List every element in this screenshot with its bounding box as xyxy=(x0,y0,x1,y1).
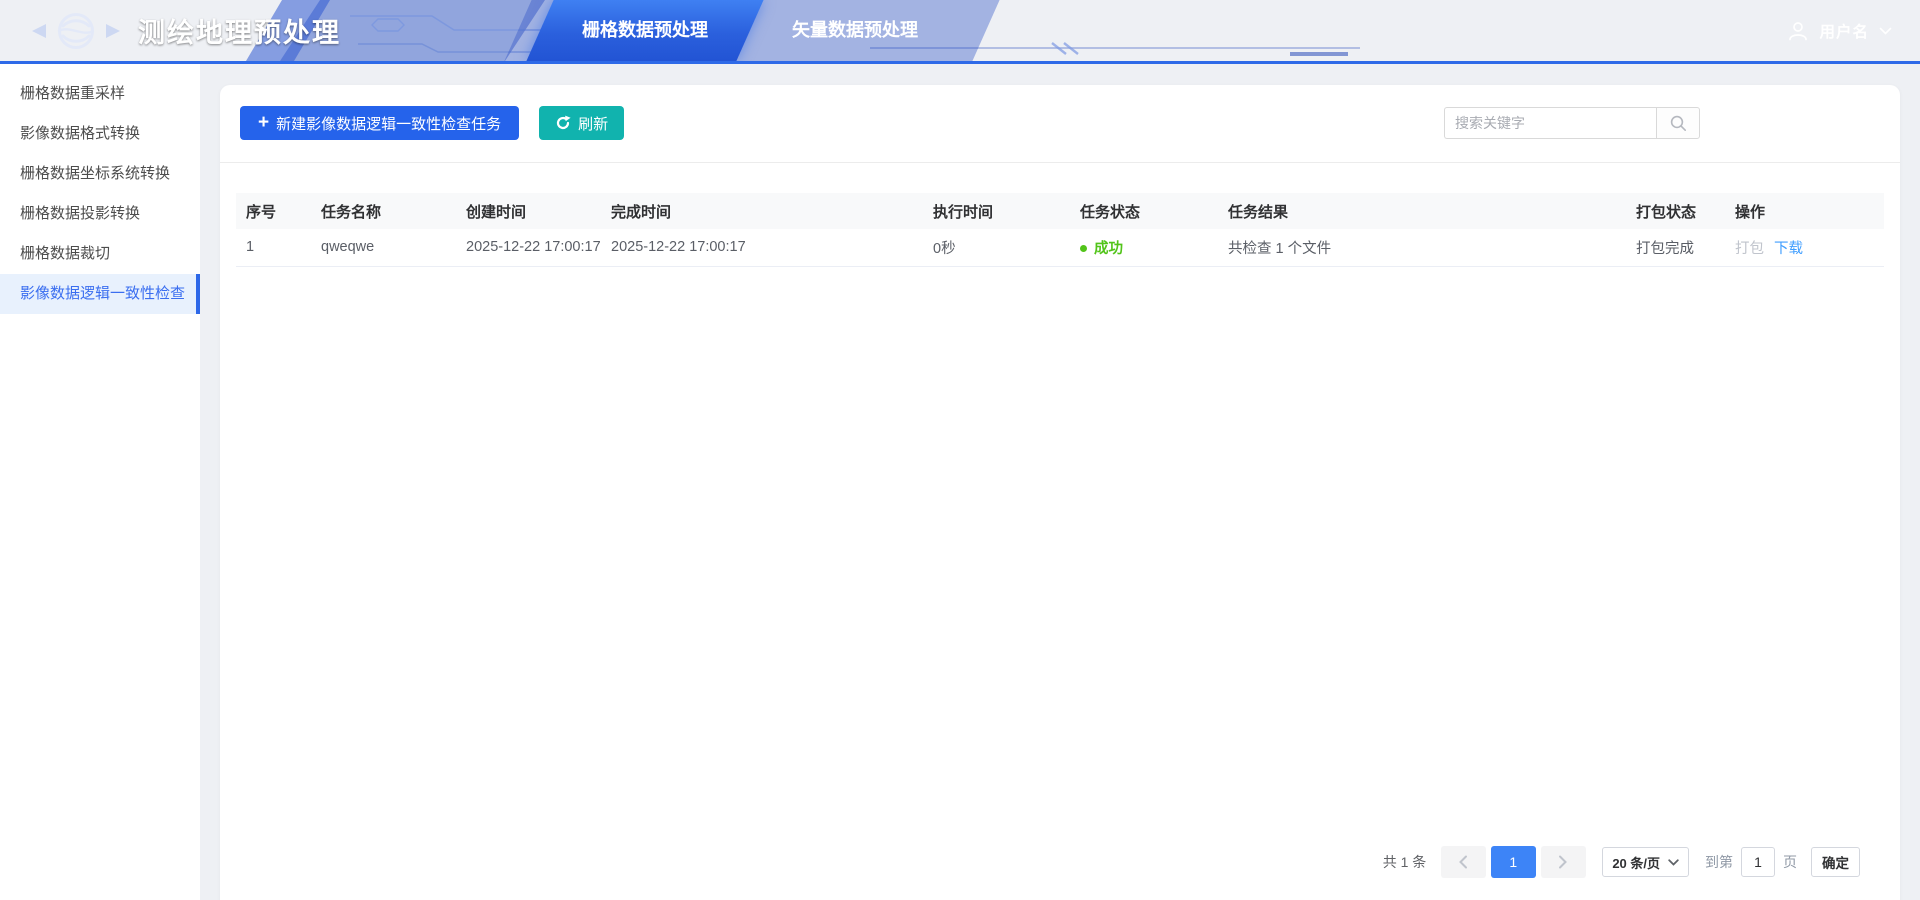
page-number-button[interactable]: 1 xyxy=(1491,846,1536,878)
cell-task-result: 共检查 1 个文件 xyxy=(1218,229,1626,266)
search-button[interactable] xyxy=(1656,107,1700,139)
column-header-task-name: 任务名称 xyxy=(311,193,456,229)
column-header-index: 序号 xyxy=(236,193,311,229)
main-content-card: + 新建影像数据逻辑一致性检查任务 刷新 xyxy=(220,85,1900,900)
username: 用户名 xyxy=(1819,20,1869,42)
column-header-exec-time: 执行时间 xyxy=(923,193,1070,229)
cell-exec-time: 0秒 xyxy=(923,229,1070,266)
user-icon xyxy=(1787,20,1809,42)
cell-task-status: 成功 xyxy=(1070,229,1218,266)
column-header-created-time: 创建时间 xyxy=(456,193,601,229)
column-header-task-result: 任务结果 xyxy=(1218,193,1626,229)
sidebar-item-image-logical-consistency-check[interactable]: 影像数据逻辑一致性检查 xyxy=(0,274,200,314)
status-text: 成功 xyxy=(1094,241,1123,257)
page-size-value: 20 条/页 xyxy=(1612,853,1660,872)
cell-package-status: 打包完成 xyxy=(1626,229,1725,266)
refresh-icon xyxy=(555,115,571,131)
brand: 测绘地理预处理 xyxy=(30,0,341,61)
cell-actions: 打包下载 xyxy=(1725,229,1884,266)
cell-created-time: 2025-12-22 17:00:17 xyxy=(456,229,601,266)
page-size-select[interactable]: 20 条/页 xyxy=(1602,847,1689,877)
next-page-button[interactable] xyxy=(1541,846,1586,878)
column-header-finish-time: 完成时间 xyxy=(601,193,923,229)
tasks-table: 序号 任务名称 创建时间 完成时间 执行时间 任务状态 任务结果 打包状态 操作… xyxy=(236,193,1884,267)
plus-icon: + xyxy=(258,113,269,132)
pagination-total: 共 1 条 xyxy=(1383,852,1427,872)
sidebar-item-raster-resample[interactable]: 栅格数据重采样 xyxy=(0,74,200,114)
goto-page-input[interactable] xyxy=(1741,847,1775,877)
header-tabs: 栅格数据预处理 矢量数据预处理 xyxy=(540,0,960,61)
goto-suffix-label: 页 xyxy=(1783,852,1797,872)
tab-raster-preprocess[interactable]: 栅格数据预处理 xyxy=(540,0,750,61)
tasks-table-container: 序号 任务名称 创建时间 完成时间 执行时间 任务状态 任务结果 打包状态 操作… xyxy=(236,193,1884,267)
cell-index: 1 xyxy=(236,229,311,266)
column-header-task-status: 任务状态 xyxy=(1070,193,1218,229)
chevron-left-icon xyxy=(1458,855,1468,869)
download-link[interactable]: 下载 xyxy=(1774,241,1803,257)
user-menu[interactable]: 用户名 xyxy=(1787,0,1892,61)
search-group xyxy=(1444,107,1700,139)
app-title: 测绘地理预处理 xyxy=(138,11,341,50)
tab-raster-label: 栅格数据预处理 xyxy=(582,20,708,40)
refresh-button[interactable]: 刷新 xyxy=(539,106,624,140)
table-header-row: 序号 任务名称 创建时间 完成时间 执行时间 任务状态 任务结果 打包状态 操作 xyxy=(236,193,1884,229)
new-task-label: 新建影像数据逻辑一致性检查任务 xyxy=(276,113,501,134)
chevron-right-icon xyxy=(1558,855,1568,869)
column-header-actions: 操作 xyxy=(1725,193,1884,229)
cell-finish-time: 2025-12-22 17:00:17 xyxy=(601,229,923,266)
refresh-label: 刷新 xyxy=(578,113,608,134)
package-action[interactable]: 打包 xyxy=(1735,241,1764,257)
chevron-down-icon xyxy=(1668,859,1679,866)
app-logo-icon xyxy=(30,9,122,53)
column-header-package-status: 打包状态 xyxy=(1626,193,1725,229)
sidebar-item-raster-clip[interactable]: 栅格数据裁切 xyxy=(0,234,200,274)
search-icon xyxy=(1669,114,1687,132)
sidebar: 栅格数据重采样 影像数据格式转换 栅格数据坐标系统转换 栅格数据投影转换 栅格数… xyxy=(0,64,200,900)
sidebar-item-raster-projection-convert[interactable]: 栅格数据投影转换 xyxy=(0,194,200,234)
tab-vector-label: 矢量数据预处理 xyxy=(792,20,918,40)
sidebar-item-image-format-convert[interactable]: 影像数据格式转换 xyxy=(0,114,200,154)
cell-task-name: qweqwe xyxy=(311,229,456,266)
search-input[interactable] xyxy=(1444,107,1656,139)
goto-confirm-button[interactable]: 确定 xyxy=(1811,847,1860,877)
tab-vector-preprocess[interactable]: 矢量数据预处理 xyxy=(750,0,960,61)
sidebar-item-raster-coord-convert[interactable]: 栅格数据坐标系统转换 xyxy=(0,154,200,194)
toolbar: + 新建影像数据逻辑一致性检查任务 刷新 xyxy=(220,85,1900,163)
status-dot xyxy=(1080,245,1087,252)
app-header: 测绘地理预处理 栅格数据预处理 矢量数据预处理 用户名 xyxy=(0,0,1920,64)
pagination: 共 1 条 1 20 条/页 到第 页 确定 xyxy=(1383,846,1860,878)
chevron-down-icon xyxy=(1879,27,1892,35)
prev-page-button[interactable] xyxy=(1441,846,1486,878)
new-task-button[interactable]: + 新建影像数据逻辑一致性检查任务 xyxy=(240,106,519,140)
goto-prefix-label: 到第 xyxy=(1705,852,1733,872)
table-row: 1 qweqwe 2025-12-22 17:00:17 2025-12-22 … xyxy=(236,229,1884,266)
